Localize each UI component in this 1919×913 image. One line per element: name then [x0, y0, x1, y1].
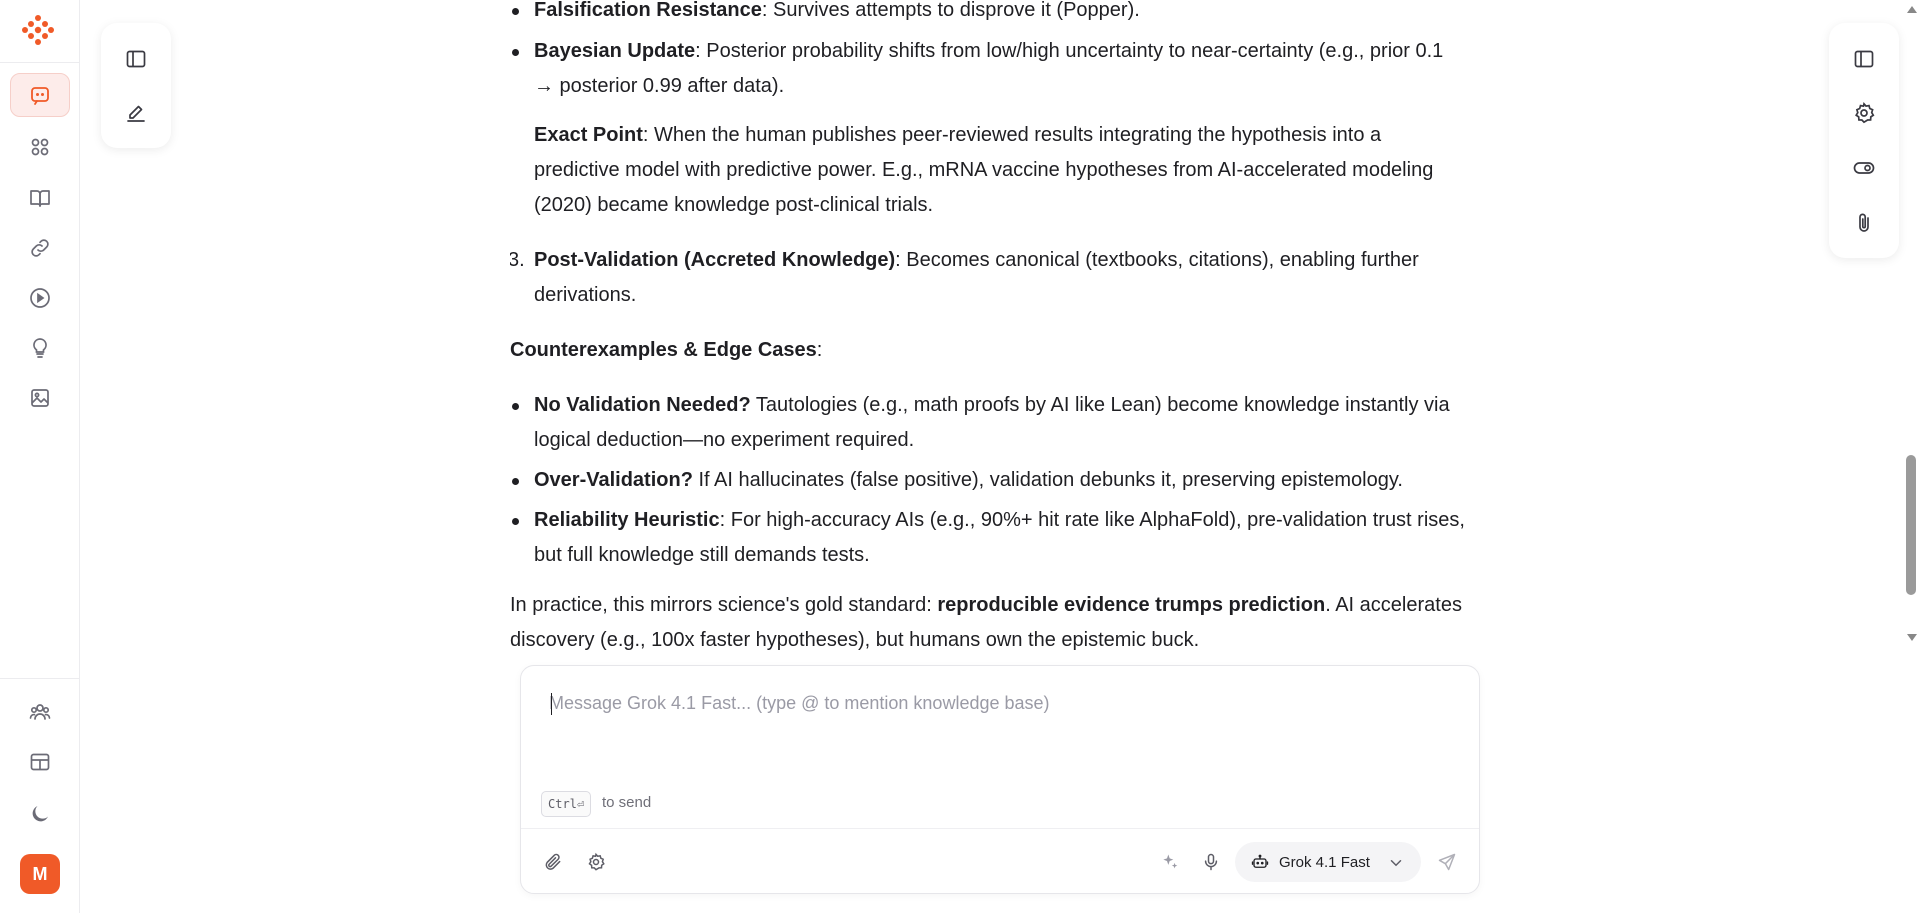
paperclip-icon [545, 853, 561, 870]
toggle-sidebar-button[interactable] [118, 41, 154, 77]
book-icon [30, 190, 50, 207]
left-rail: M [0, 0, 80, 913]
pencil-icon [127, 105, 145, 122]
list-item: Reliability Heuristic: For high-accuracy… [512, 503, 1534, 573]
send-icon [1438, 853, 1456, 871]
composer-settings-button[interactable] [580, 846, 612, 878]
composer-divider [521, 828, 1479, 829]
section-heading: Counterexamples & Edge Cases: [510, 339, 823, 361]
message-input[interactable] [549, 688, 1449, 718]
sidebar-icon [126, 50, 146, 68]
robot-icon [1251, 854, 1269, 868]
scroll-up-arrow-icon[interactable] [1907, 6, 1917, 13]
users-icon [29, 704, 51, 720]
paperclip-icon [1859, 213, 1869, 232]
shortcut-kbd: Ctrl⏎ [541, 791, 592, 817]
enhance-prompt-button[interactable] [1154, 846, 1186, 878]
exact-point-paragraph: Exact Point: When the human publishes pe… [534, 124, 1434, 216]
text-caret [551, 693, 552, 715]
microphone-icon [1204, 853, 1218, 871]
closing-paragraph: In practice, this mirrors science's gold… [510, 594, 1462, 650]
list-item: Bayesian Update: Posterior probability s… [512, 34, 1534, 104]
rail-item-media[interactable] [10, 276, 70, 320]
toggle-icon [1853, 162, 1875, 174]
gear-icon [1855, 101, 1875, 124]
voice-input-button[interactable] [1195, 846, 1227, 878]
rail-divider [0, 678, 80, 679]
sidebar-icon [1854, 50, 1874, 68]
rail-item-layout[interactable] [10, 740, 70, 784]
sparkles-icon [1163, 854, 1178, 869]
user-avatar[interactable]: M [20, 854, 60, 894]
dark-mode-toggle[interactable] [10, 792, 70, 836]
lightbulb-icon [33, 338, 47, 358]
send-hint: to send [602, 794, 652, 811]
moon-icon [32, 806, 48, 822]
play-circle-icon [30, 288, 50, 308]
numbered-item: 3. Post-Validation (Accreted Knowledge): … [510, 249, 1419, 306]
scroll-thumb[interactable] [1906, 455, 1916, 595]
settings-button[interactable] [1846, 95, 1882, 131]
toggle-button[interactable] [1846, 150, 1882, 186]
message-composer: Ctrl⏎ to send Grok 4.1 Fast [520, 665, 1480, 894]
assistant-message: Falsification Resistance: Survives attem… [510, 0, 1540, 650]
attachments-button[interactable] [1846, 205, 1882, 241]
model-name: Grok 4.1 Fast [1279, 853, 1370, 871]
panel-layout-icon [30, 753, 50, 771]
rail-item-ideas[interactable] [10, 326, 70, 370]
right-floating-toolbar [1829, 23, 1899, 258]
rail-divider [0, 62, 80, 63]
send-button[interactable] [1431, 846, 1463, 878]
list-item: No Validation Needed? Tautologies (e.g.,… [512, 388, 1534, 458]
toggle-right-panel-button[interactable] [1846, 41, 1882, 77]
attach-file-button[interactable] [537, 846, 569, 878]
rail-item-links[interactable] [10, 226, 70, 270]
scroll-down-arrow-icon[interactable] [1907, 634, 1917, 641]
new-chat-button[interactable] [118, 95, 154, 131]
rail-item-chat[interactable] [10, 73, 70, 117]
image-icon [31, 389, 49, 407]
content-scrollbar[interactable] [1904, 0, 1919, 650]
list-item: Over-Validation? If AI hallucinates (fal… [512, 463, 1534, 498]
chat-icon [31, 87, 49, 105]
rail-item-apps[interactable] [10, 125, 70, 169]
app-logo-icon[interactable] [18, 10, 58, 50]
list-item: Falsification Resistance: Survives attem… [512, 0, 1534, 28]
rail-item-team[interactable] [10, 690, 70, 734]
rail-item-images[interactable] [10, 376, 70, 420]
gear-icon [588, 852, 605, 871]
chevron-down-icon [1390, 860, 1402, 867]
link-icon [31, 239, 49, 257]
rail-item-library[interactable] [10, 176, 70, 220]
left-floating-toolbar [101, 23, 171, 148]
model-selector[interactable]: Grok 4.1 Fast [1235, 842, 1421, 882]
apps-grid-icon [31, 138, 49, 156]
